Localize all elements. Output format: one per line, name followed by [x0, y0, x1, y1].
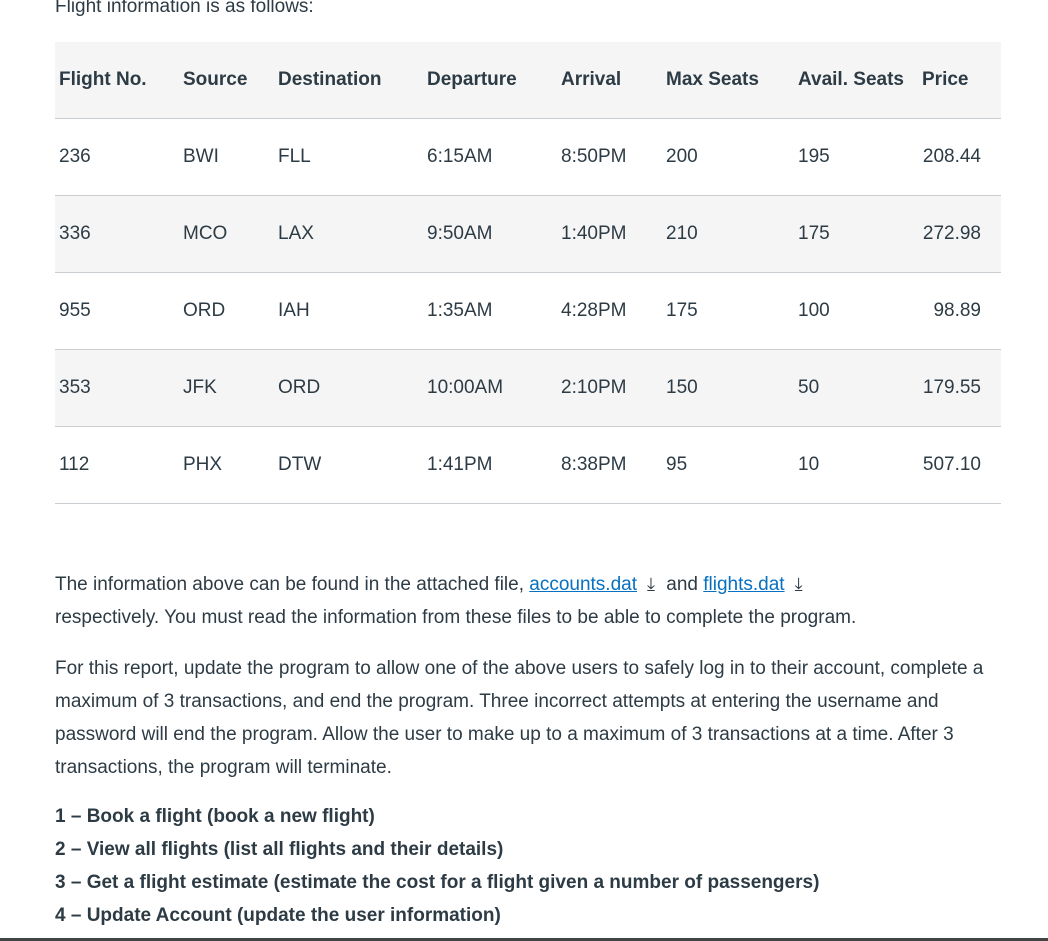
table-cell: DTW — [274, 426, 423, 504]
download-icon[interactable]: ⤓ — [795, 568, 803, 601]
table-cell: 208.44 — [918, 118, 1001, 196]
table-cell: 236 — [55, 118, 179, 196]
table-cell: 9:50AM — [423, 195, 557, 273]
text: The information above can be found in th… — [55, 574, 530, 595]
instructions-paragraph: For this report, update the program to a… — [55, 658, 984, 778]
table-header-row: Flight No. Source Destination Departure … — [55, 42, 1001, 119]
table-cell: 336 — [55, 195, 179, 273]
table-cell: 179.55 — [918, 349, 1001, 427]
flights-dat-link[interactable]: flights.dat — [703, 574, 784, 595]
table-cell: 175 — [662, 272, 794, 350]
table-cell: 272.98 — [918, 195, 1001, 273]
table-row: 336 MCO LAX 9:50AM 1:40PM 210 175 272.98 — [55, 195, 1001, 273]
table-cell: 507.10 — [918, 426, 1001, 504]
table-cell: 10 — [794, 426, 918, 504]
table-cell: 1:35AM — [423, 272, 557, 350]
table-cell: 4:28PM — [557, 272, 662, 350]
table-cell: FLL — [274, 118, 423, 196]
col-header: Price — [918, 42, 1001, 119]
table-cell: 1:41PM — [423, 426, 557, 504]
table-cell: IAH — [274, 272, 423, 350]
table-cell: ORD — [274, 349, 423, 427]
table-cell: 353 — [55, 349, 179, 427]
col-header: Avail. Seats — [794, 42, 918, 119]
table-cell: 112 — [55, 426, 179, 504]
table-cell: 955 — [55, 272, 179, 350]
table-cell: 100 — [794, 272, 918, 350]
table-cell: 95 — [662, 426, 794, 504]
table-row: 353 JFK ORD 10:00AM 2:10PM 150 50 179.55 — [55, 349, 1001, 427]
col-header: Source — [179, 42, 274, 119]
table-cell: 8:38PM — [557, 426, 662, 504]
flights-table: Flight No. Source Destination Departure … — [55, 42, 1001, 504]
menu-list: 1 – Book a flight (book a new flight) 2 … — [55, 800, 819, 932]
table-cell: 2:10PM — [557, 349, 662, 427]
table-cell: 200 — [662, 118, 794, 196]
table-cell: LAX — [274, 195, 423, 273]
table-cell: 10:00AM — [423, 349, 557, 427]
col-header: Max Seats — [662, 42, 794, 119]
table-cell: ORD — [179, 272, 274, 350]
table-row: 112 PHX DTW 1:41PM 8:38PM 95 10 507.10 — [55, 426, 1001, 504]
menu-item: 2 – View all flights (list all flights a… — [55, 839, 504, 860]
table-cell: 175 — [794, 195, 918, 273]
table-row: 955 ORD IAH 1:35AM 4:28PM 175 100 98.89 — [55, 272, 1001, 350]
intro-text: Flight information is as follows: — [55, 0, 314, 17]
table-cell: BWI — [179, 118, 274, 196]
text: respectively. You must read the informat… — [55, 607, 857, 628]
table-cell: 1:40PM — [557, 195, 662, 273]
table-cell: 98.89 — [918, 272, 1001, 350]
table-cell: JFK — [179, 349, 274, 427]
col-header: Arrival — [557, 42, 662, 119]
table-cell: 50 — [794, 349, 918, 427]
table-cell: 6:15AM — [423, 118, 557, 196]
accounts-dat-link[interactable]: accounts.dat — [529, 574, 637, 595]
menu-item: 4 – Update Account (update the user info… — [55, 905, 501, 926]
menu-item: 1 – Book a flight (book a new flight) — [55, 806, 375, 827]
col-header: Flight No. — [55, 42, 179, 119]
download-icon[interactable]: ⤓ — [647, 568, 655, 601]
table-cell: PHX — [179, 426, 274, 504]
table-cell: 150 — [662, 349, 794, 427]
table-cell: 195 — [794, 118, 918, 196]
files-paragraph: The information above can be found in th… — [55, 568, 995, 634]
table-row: 236 BWI FLL 6:15AM 8:50PM 200 195 208.44 — [55, 118, 1001, 196]
col-header: Departure — [423, 42, 557, 119]
text: and — [660, 574, 704, 595]
table-cell: 8:50PM — [557, 118, 662, 196]
table-cell: 210 — [662, 195, 794, 273]
col-header: Destination — [274, 42, 423, 119]
menu-item: 3 – Get a flight estimate (estimate the … — [55, 872, 820, 893]
table-cell: MCO — [179, 195, 274, 273]
